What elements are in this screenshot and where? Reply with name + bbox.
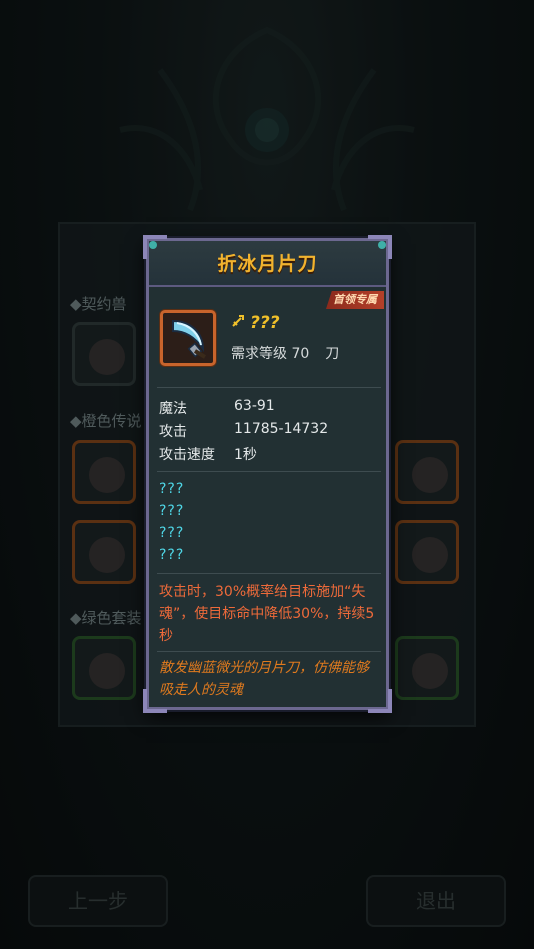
quality-text: ??? bbox=[250, 313, 280, 333]
sword-quality-icon bbox=[231, 313, 247, 333]
unknown-attribute: ??? bbox=[159, 525, 185, 541]
popup-title-bar: 折冰月片刀 bbox=[149, 241, 386, 287]
unknown-attribute: ??? bbox=[159, 481, 185, 497]
corner-ornament-icon bbox=[368, 235, 392, 259]
boss-exclusive-badge: 首领专属 bbox=[326, 291, 384, 309]
divider bbox=[157, 471, 381, 472]
stat-value: 1秒 bbox=[234, 447, 257, 463]
requirement-row: 需求等级 70 刀 bbox=[231, 343, 339, 363]
item-quality: ??? bbox=[231, 313, 280, 333]
weapon-type: 刀 bbox=[325, 346, 340, 362]
item-detail-popup: 折冰月片刀 首领专属 ??? 需求等级 70 刀 魔法 63-91 攻击 117… bbox=[143, 235, 392, 713]
item-lore-text: 散发幽蓝微光的月片刀，仿佛能够吸走人的灵魂 bbox=[159, 660, 369, 698]
moon-blade-icon bbox=[172, 319, 207, 359]
unknown-attribute: ??? bbox=[159, 547, 185, 563]
stat-name: 魔法 bbox=[159, 401, 187, 417]
divider bbox=[157, 573, 381, 574]
game-screen: ◆契约兽 ◆橙色传说 ◆绿色套装 上一步 退出 折冰月片刀 首领专属 ??? 需… bbox=[0, 0, 534, 949]
special-effect-text: 攻击时，30%概率给目标施加“失魂”，使目标命中降低30%，持续5秒 bbox=[159, 584, 375, 644]
stat-row: 攻击速度 1秒 bbox=[159, 444, 379, 466]
stat-value: 11785-14732 bbox=[234, 421, 329, 437]
corner-ornament-icon bbox=[143, 235, 167, 259]
stat-value: 63-91 bbox=[234, 398, 275, 414]
divider bbox=[157, 387, 381, 388]
item-name: 折冰月片刀 bbox=[217, 253, 318, 275]
required-level: 需求等级 70 bbox=[231, 346, 310, 362]
unknown-attribute: ??? bbox=[159, 503, 185, 519]
stat-name: 攻击 bbox=[159, 424, 187, 440]
divider bbox=[157, 651, 381, 652]
stat-row: 魔法 63-91 bbox=[159, 398, 379, 420]
item-icon-frame bbox=[160, 310, 216, 366]
stat-row: 攻击 11785-14732 bbox=[159, 421, 379, 443]
stat-name: 攻击速度 bbox=[159, 447, 215, 463]
